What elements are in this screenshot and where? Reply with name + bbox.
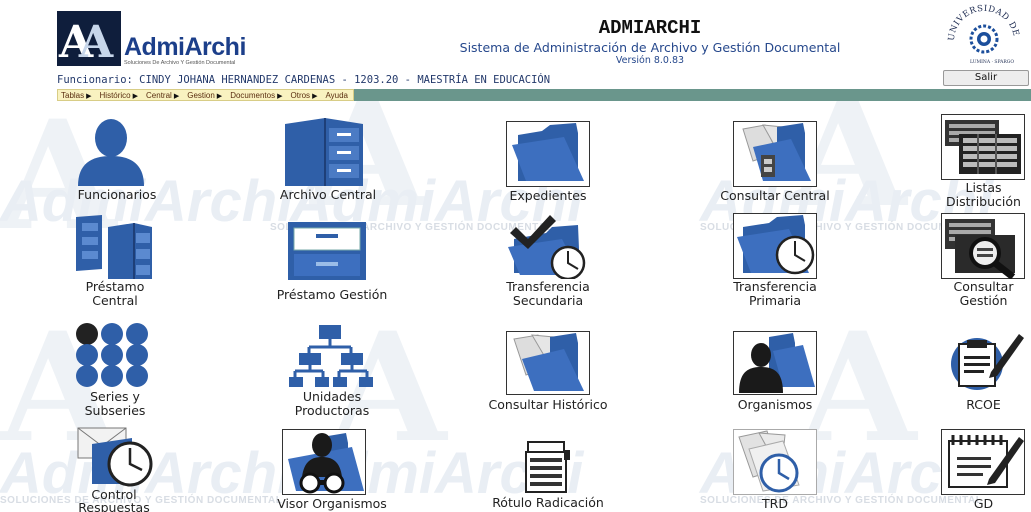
triangle-right-icon: ▶ xyxy=(312,92,318,100)
folder-clock-icon xyxy=(733,213,817,279)
tile-label: Subseries xyxy=(84,403,146,418)
tile-label: Transferencia xyxy=(506,279,590,294)
tile-label: TRD xyxy=(762,496,788,511)
tile-series-subseries[interactable]: Series y Subseries xyxy=(60,323,170,419)
tile-label: Consultar xyxy=(953,279,1014,294)
tile-control-respuestas[interactable]: Control Respuestas xyxy=(54,424,174,512)
tile-unidades-productoras[interactable]: Unidades Productoras xyxy=(272,323,392,419)
menu-item-tablas[interactable]: Tablas ▶ xyxy=(61,91,92,100)
notepad-pen-icon xyxy=(941,429,1025,495)
lists-magnifier-icon xyxy=(941,213,1025,279)
two-cabinets-icon xyxy=(76,215,152,279)
tile-organismos[interactable]: Organismos xyxy=(712,331,838,415)
tile-label: Distribución xyxy=(946,194,1021,209)
tile-transferencia-primaria[interactable]: Transferencia Primaria xyxy=(710,213,840,309)
tile-label: Series y xyxy=(90,389,140,404)
tile-prestamo-gestion[interactable]: Préstamo Gestión xyxy=(262,220,402,304)
menu-item-otros[interactable]: Otros ▶ xyxy=(291,91,318,100)
tile-label: Respuestas xyxy=(78,500,150,512)
envelope-clock-icon xyxy=(77,427,153,487)
drawer-cabinet-icon xyxy=(288,222,366,280)
menu-item-gestion[interactable]: Gestion ▶ xyxy=(187,91,222,100)
tile-expedientes[interactable]: Expedientes xyxy=(485,121,611,205)
tile-label: Secundaria xyxy=(512,293,584,308)
triangle-right-icon: ▶ xyxy=(132,92,139,100)
tile-label: Consultar Central xyxy=(720,188,830,203)
person-silhouette-icon xyxy=(78,119,144,186)
tile-label: Organismos xyxy=(737,397,813,412)
triangle-right-icon: ▶ xyxy=(216,92,223,100)
triangle-right-icon: ▶ xyxy=(86,92,92,100)
menu-item-documentos[interactable]: Documentos ▶ xyxy=(230,91,282,100)
tile-label: Préstamo Gestión xyxy=(276,287,388,302)
folder-binoculars-icon xyxy=(282,429,366,495)
papers-clock-icon xyxy=(733,429,817,495)
menu-item-central[interactable]: Central ▶ xyxy=(146,91,179,100)
tile-funcionarios[interactable]: Funcionarios xyxy=(62,118,172,208)
folder-person-icon xyxy=(733,331,817,395)
menu-item-ayuda[interactable]: Ayuda xyxy=(325,91,348,100)
dot-grid-icon xyxy=(76,323,148,387)
clipboard-pen-icon xyxy=(951,334,1024,390)
tile-rotulo-radicacion[interactable]: Rótulo Radicación xyxy=(480,440,616,512)
tile-label: Expedientes xyxy=(509,188,587,203)
tile-label: Primaria xyxy=(748,293,802,308)
tile-label: Gestión xyxy=(959,293,1008,308)
folder-documents-cabinet-icon xyxy=(733,121,817,187)
tile-label: RCOE xyxy=(966,397,1001,412)
triangle-right-icon: ▶ xyxy=(173,92,180,100)
tile-label: Archivo Central xyxy=(279,187,377,202)
tile-archivo-central[interactable]: Archivo Central xyxy=(268,118,388,208)
tile-listas-distribucion[interactable]: Listas Distribución xyxy=(936,114,1031,210)
tile-label: Rótulo Radicación xyxy=(492,495,604,510)
tile-rcoe[interactable]: RCOE xyxy=(936,328,1031,418)
tile-label: Préstamo xyxy=(85,279,145,294)
tile-label: Listas xyxy=(965,180,1002,195)
folder-icon xyxy=(506,121,590,187)
folder-check-clock-icon xyxy=(508,215,586,279)
tile-label: Central xyxy=(92,293,138,308)
triangle-right-icon: ▶ xyxy=(277,92,283,100)
org-chart-icon xyxy=(289,325,373,387)
tile-label: Transferencia xyxy=(733,279,817,294)
stacked-lists-icon xyxy=(941,114,1025,180)
tile-label: Productoras xyxy=(294,403,370,418)
tile-transferencia-secundaria[interactable]: Transferencia Secundaria xyxy=(480,213,616,309)
folder-papers-icon xyxy=(506,331,590,395)
menu-items: Tablas ▶ Histórico ▶ Central ▶ Gestion ▶ Doc… xyxy=(57,89,354,101)
tile-label: Visor Organismos xyxy=(277,496,387,511)
tile-consultar-historico[interactable]: Consultar Histórico xyxy=(480,331,616,415)
tile-label: GD xyxy=(973,496,994,511)
tile-consultar-central[interactable]: Consultar Central xyxy=(712,121,838,205)
menu-bar: Tablas ▶ Histórico ▶ Central ▶ Gestion ▶ Doc… xyxy=(57,89,1031,101)
menu-item-historico[interactable]: Histórico ▶ xyxy=(100,91,139,100)
tile-label: Consultar Histórico xyxy=(488,397,608,412)
tile-consultar-gestion[interactable]: Consultar Gestión xyxy=(936,213,1031,309)
tile-visor-organismos[interactable]: Visor Organismos xyxy=(262,429,402,512)
tile-prestamo-central[interactable]: Préstamo Central xyxy=(60,213,170,309)
filing-cabinet-icon xyxy=(285,118,363,186)
tile-label: Unidades xyxy=(302,389,362,404)
tile-label: Funcionarios xyxy=(77,187,157,202)
module-grid: Funcionarios Archivo Central Expedientes xyxy=(0,0,1031,512)
label-printer-icon xyxy=(525,441,570,493)
tile-trd[interactable]: TRD xyxy=(712,429,838,512)
tile-gd[interactable]: GD xyxy=(936,429,1031,512)
